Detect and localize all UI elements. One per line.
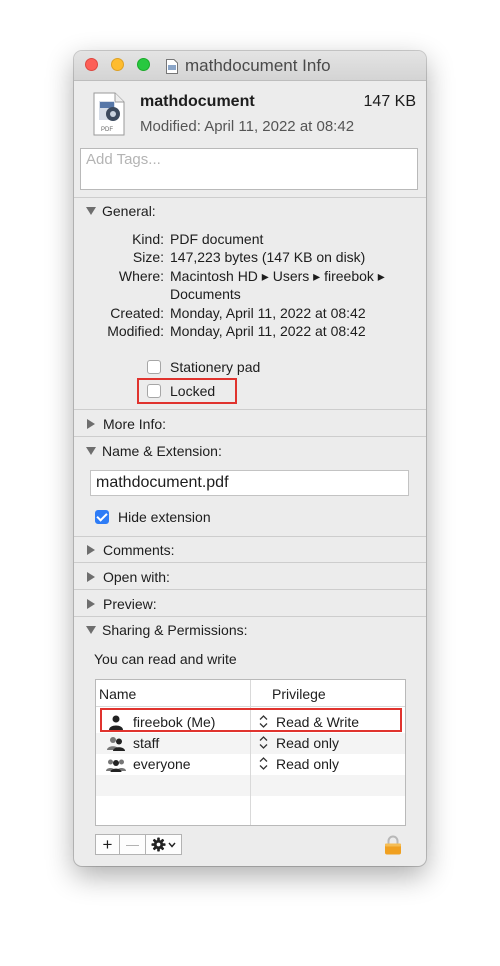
separator <box>74 536 426 537</box>
svg-text:PDF: PDF <box>101 127 113 133</box>
hide-extension-checkbox[interactable]: Hide extension <box>95 509 211 525</box>
section-open-with[interactable]: Open with: <box>86 569 170 585</box>
section-comments[interactable]: Comments: <box>86 542 175 558</box>
chevron-up-down-icon[interactable] <box>259 756 268 771</box>
info-window: mathdocument Info PDF mathdocument 147 K… <box>74 51 426 866</box>
remove-button[interactable]: — <box>120 834 146 855</box>
gear-icon <box>151 837 166 852</box>
separator <box>74 616 426 617</box>
kind-value: PDF document <box>170 231 264 247</box>
column-separator <box>250 680 251 825</box>
created-label: Created: <box>110 305 164 321</box>
section-sharing-permissions[interactable]: Sharing & Permissions: <box>86 622 248 638</box>
permissions-toolbar: + — <box>95 834 182 855</box>
section-general[interactable]: General: <box>86 203 156 219</box>
file-header: PDF mathdocument 147 KB Modified: April … <box>74 81 426 146</box>
disclosure-expanded-icon <box>86 626 96 634</box>
where-value-continued: Documents <box>170 286 241 302</box>
modified-value: Monday, April 11, 2022 at 08:42 <box>170 323 366 339</box>
disclosure-collapsed-icon <box>87 599 95 609</box>
permissions-table: Name Privilege fireebok (Me) Read & Writ… <box>95 679 406 826</box>
permission-status: You can read and write <box>94 651 237 667</box>
close-button[interactable] <box>85 58 98 71</box>
chevron-down-icon <box>168 842 176 848</box>
lock-icon[interactable] <box>384 835 402 855</box>
user-row-highlight <box>100 708 402 732</box>
checkbox-box[interactable] <box>147 360 161 374</box>
size-value: 147,223 bytes (147 KB on disk) <box>170 249 366 265</box>
created-value: Monday, April 11, 2022 at 08:42 <box>170 305 366 321</box>
separator <box>74 197 426 198</box>
privilege-value[interactable]: Read only <box>276 735 339 751</box>
separator <box>74 562 426 563</box>
separator <box>74 436 426 437</box>
disclosure-collapsed-icon <box>87 572 95 582</box>
add-button[interactable]: + <box>95 834 120 855</box>
disclosure-expanded-icon <box>86 207 96 215</box>
stationery-pad-checkbox[interactable]: Stationery pad <box>147 359 260 375</box>
kind-label: Kind: <box>132 231 164 247</box>
section-name-extension[interactable]: Name & Extension: <box>86 443 222 459</box>
action-menu-button[interactable] <box>146 834 182 855</box>
everyone-icon <box>106 759 126 772</box>
group-icon <box>107 737 125 751</box>
file-size: 147 KB <box>363 93 416 110</box>
where-value: Macintosh HD ▸ Users ▸ fireebok ▸ <box>170 268 385 284</box>
chevron-up-down-icon[interactable] <box>259 735 268 750</box>
user-name: staff <box>133 735 160 751</box>
zoom-button[interactable] <box>137 58 150 71</box>
locked-highlight <box>137 378 237 404</box>
user-name: everyone <box>133 756 191 772</box>
modified-date: Modified: April 11, 2022 at 08:42 <box>140 118 355 135</box>
where-label: Where: <box>118 268 164 284</box>
checkbox-box-checked[interactable] <box>95 510 109 524</box>
privilege-value[interactable]: Read only <box>276 756 339 772</box>
title-bar[interactable]: mathdocument Info <box>74 51 426 81</box>
section-preview[interactable]: Preview: <box>86 596 157 612</box>
separator <box>74 409 426 410</box>
pdf-file-icon: PDF <box>93 92 125 136</box>
size-label: Size: <box>132 249 164 265</box>
section-more-info[interactable]: More Info: <box>86 416 166 432</box>
separator <box>74 589 426 590</box>
window-title: mathdocument Info <box>185 56 331 75</box>
tags-field[interactable]: Add Tags... <box>80 148 418 190</box>
column-privilege-header[interactable]: Privilege <box>272 686 326 702</box>
disclosure-collapsed-icon <box>87 545 95 555</box>
file-name: mathdocument <box>140 93 255 110</box>
minimize-button[interactable] <box>111 58 124 71</box>
disclosure-expanded-icon <box>86 447 96 455</box>
column-name-header[interactable]: Name <box>99 686 136 702</box>
disclosure-collapsed-icon <box>87 419 95 429</box>
document-icon <box>166 58 178 74</box>
filename-field[interactable]: mathdocument.pdf <box>90 470 409 496</box>
modified-label: Modified: <box>107 323 164 339</box>
